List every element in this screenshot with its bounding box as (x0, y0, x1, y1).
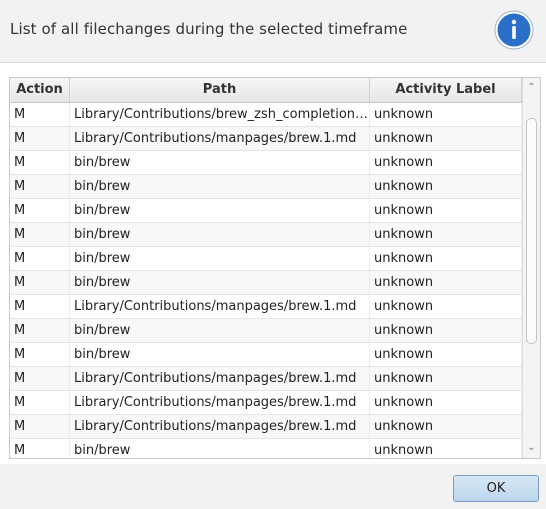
table-row[interactable]: Mbin/brew unknown (10, 199, 522, 223)
cell-path: bin/brew (70, 199, 370, 222)
cell-action: M (10, 367, 70, 390)
column-header-path[interactable]: Path (70, 78, 370, 102)
cell-path: Library/Contributions/manpages/brew.1.md (70, 415, 370, 438)
cell-action: M (10, 127, 70, 150)
table-header: Action Path Activity Label (10, 78, 522, 103)
dialog-content: Action Path Activity Label M Library/Cont… (0, 62, 546, 465)
table-row[interactable]: Mbin/brew unknown (10, 151, 522, 175)
cell-path: Library/Contributions/manpages/brew.1.md (70, 295, 370, 318)
table-row[interactable]: Mbin/brew unknown (10, 343, 522, 367)
cell-activity-label: unknown (370, 223, 522, 246)
cell-path: bin/brew (70, 319, 370, 342)
table-body: M Library/Contributions/brew_zsh_completi… (10, 103, 522, 458)
cell-activity-label: unknown (370, 175, 522, 198)
cell-path: Library/Contributions/manpages/brew.1.md (70, 127, 370, 150)
cell-path: Library/Contributions/brew_zsh_completio… (70, 103, 370, 126)
table-row[interactable]: M Library/Contributions/manpages/brew.1.m… (10, 295, 522, 319)
cell-activity-label: unknown (370, 367, 522, 390)
cell-action: M (10, 391, 70, 414)
cell-path: Library/Contributions/manpages/brew.1.md (70, 391, 370, 414)
dialog-header: List of all filechanges during the selec… (0, 0, 546, 62)
cell-path: bin/brew (70, 343, 370, 366)
cell-action: M (10, 199, 70, 222)
cell-path: Library/Contributions/manpages/brew.1.md (70, 367, 370, 390)
cell-activity-label: unknown (370, 199, 522, 222)
cell-action: M (10, 271, 70, 294)
cell-action: M (10, 247, 70, 270)
cell-path: bin/brew (70, 439, 370, 458)
table-row[interactable]: Mbin/brew unknown (10, 319, 522, 343)
table-row[interactable]: Mbin/brew unknown (10, 223, 522, 247)
cell-action: M (10, 103, 70, 126)
scroll-down-arrow-icon[interactable]: ⌄ (523, 440, 540, 456)
scroll-up-arrow-icon[interactable]: ⌃ (523, 80, 540, 96)
cell-path: bin/brew (70, 271, 370, 294)
cell-path: bin/brew (70, 151, 370, 174)
column-header-action[interactable]: Action (10, 78, 70, 102)
scrollbar-thumb[interactable] (526, 118, 537, 344)
cell-activity-label: unknown (370, 103, 522, 126)
cell-path: bin/brew (70, 223, 370, 246)
table-row[interactable]: M Library/Contributions/manpages/brew.1.m… (10, 391, 522, 415)
cell-activity-label: unknown (370, 319, 522, 342)
column-header-activity-label[interactable]: Activity Label (370, 78, 522, 102)
filechanges-table[interactable]: Action Path Activity Label M Library/Cont… (9, 77, 541, 459)
cell-activity-label: unknown (370, 127, 522, 150)
cell-action: M (10, 223, 70, 246)
cell-action: M (10, 415, 70, 438)
cell-action: M (10, 151, 70, 174)
dialog-title: List of all filechanges during the selec… (10, 20, 408, 38)
cell-activity-label: unknown (370, 391, 522, 414)
cell-activity-label: unknown (370, 343, 522, 366)
ok-button[interactable]: OK (453, 475, 539, 502)
cell-activity-label: unknown (370, 151, 522, 174)
table-row[interactable]: Mbin/brew unknown (10, 247, 522, 271)
table-row[interactable]: M Library/Contributions/brew_zsh_completi… (10, 103, 522, 127)
cell-activity-label: unknown (370, 247, 522, 270)
cell-activity-label: unknown (370, 439, 522, 458)
table-row[interactable]: Mbin/brew unknown (10, 175, 522, 199)
cell-action: M (10, 343, 70, 366)
cell-action: M (10, 319, 70, 342)
cell-activity-label: unknown (370, 415, 522, 438)
table-row[interactable]: M Library/Contributions/manpages/brew.1.m… (10, 127, 522, 151)
vertical-scrollbar[interactable]: ⌃ ⌄ (522, 78, 540, 458)
table-row[interactable]: M Library/Contributions/manpages/brew.1.m… (10, 415, 522, 439)
cell-activity-label: unknown (370, 295, 522, 318)
dialog-footer: OK (0, 464, 546, 509)
cell-activity-label: unknown (370, 271, 522, 294)
cell-path: bin/brew (70, 175, 370, 198)
info-icon (494, 10, 534, 50)
cell-action: M (10, 439, 70, 458)
cell-action: M (10, 175, 70, 198)
table-row[interactable]: Mbin/brew unknown (10, 439, 522, 458)
cell-action: M (10, 295, 70, 318)
cell-path: bin/brew (70, 247, 370, 270)
table-row[interactable]: M Library/Contributions/manpages/brew.1.m… (10, 367, 522, 391)
table-row[interactable]: Mbin/brew unknown (10, 271, 522, 295)
